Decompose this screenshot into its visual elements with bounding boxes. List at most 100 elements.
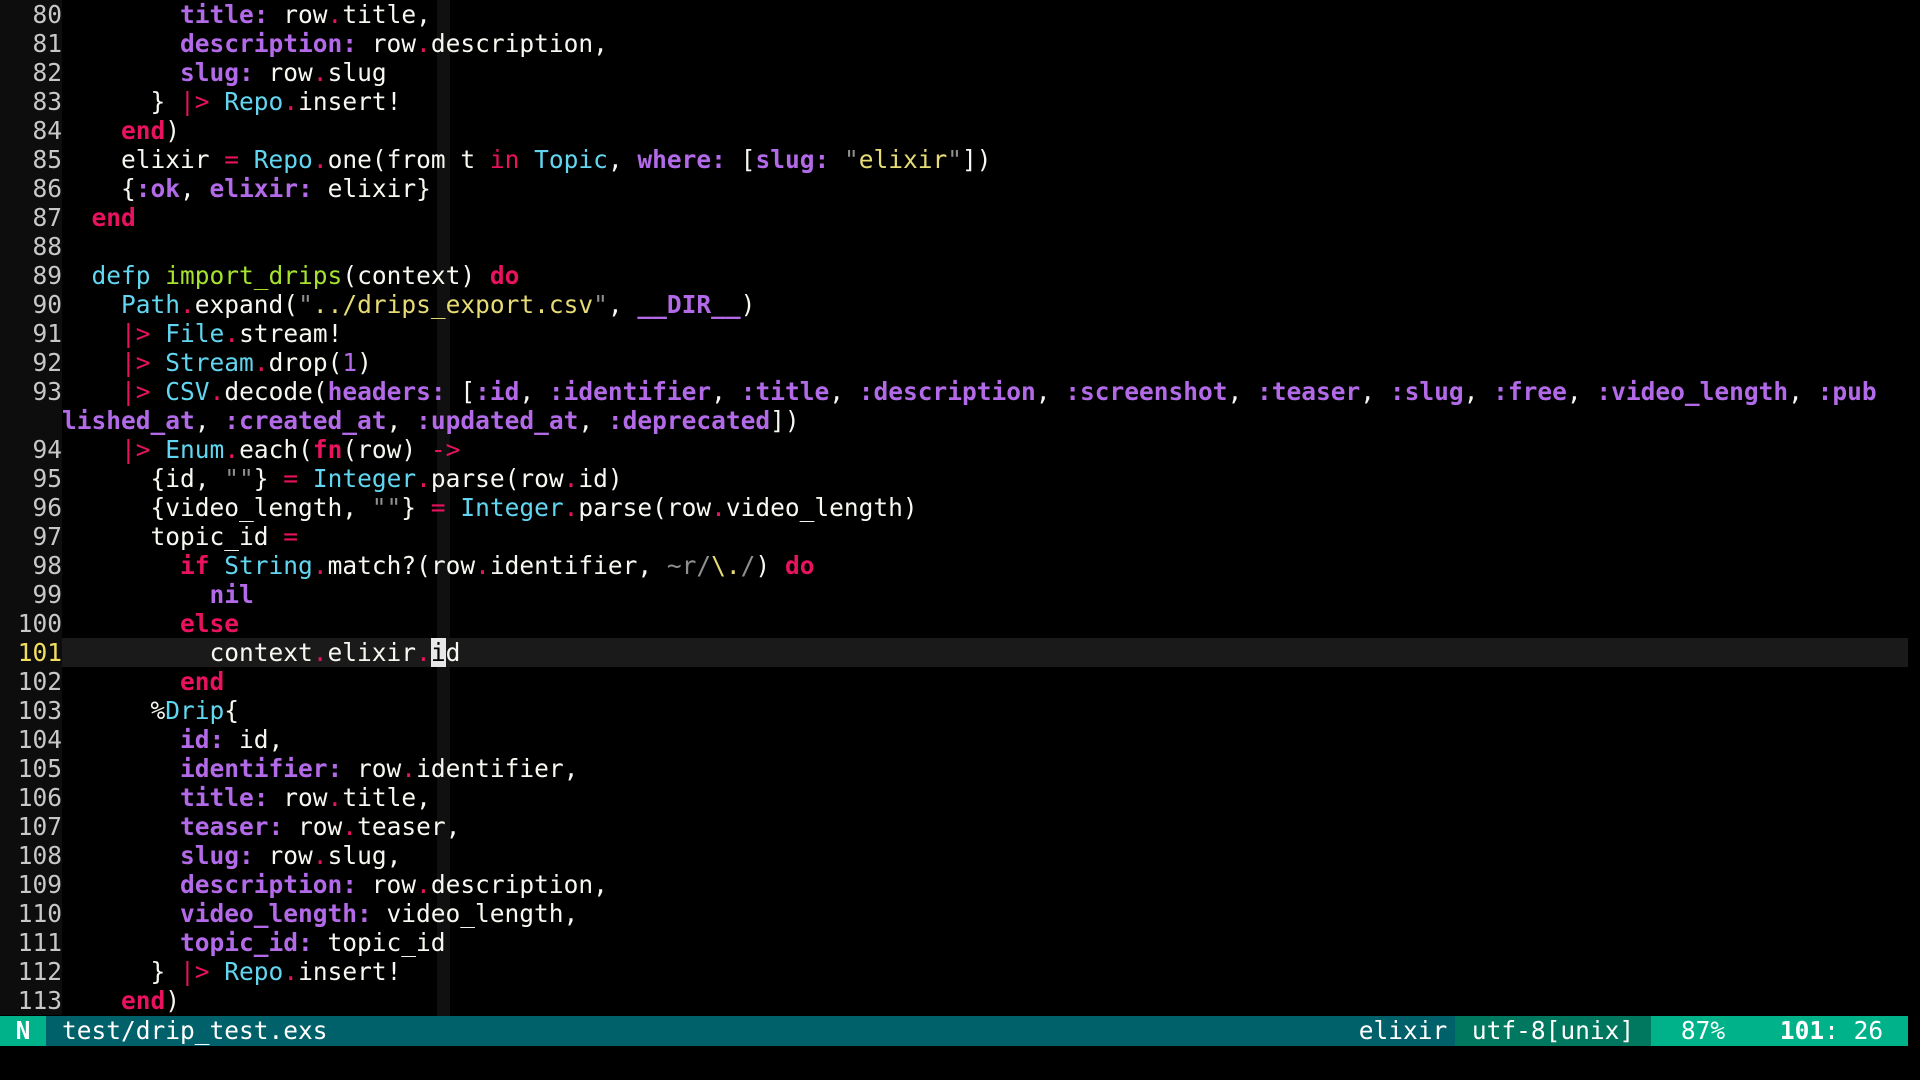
code-buffer[interactable]: 80 title: row.title, 81 description: row.… xyxy=(0,0,1920,1015)
code-line[interactable]: 113 end) xyxy=(0,986,1920,1015)
code-line[interactable]: 86 {:ok, elixir: elixir} xyxy=(0,174,1920,203)
code-text[interactable]: identifier: row.identifier, xyxy=(62,754,1906,783)
code-text[interactable]: elixir = Repo.one(from t in Topic, where… xyxy=(62,145,1906,174)
code-text[interactable]: slug: row.slug xyxy=(62,58,1906,87)
code-token: teaser: xyxy=(180,812,284,841)
code-text[interactable]: description: row.description, xyxy=(62,870,1906,899)
current-code-line[interactable]: 101 context.elixir.id xyxy=(0,638,1920,667)
line-number: 96 xyxy=(0,493,62,522)
code-line[interactable]: 83 } |> Repo.insert! xyxy=(0,87,1920,116)
code-text[interactable]: Path.expand("../drips_export.csv", __DIR… xyxy=(62,290,1906,319)
line-number-label: 81 xyxy=(32,29,62,58)
code-line[interactable]: 106 title: row.title, xyxy=(0,783,1920,812)
code-token: . xyxy=(327,783,343,812)
code-token: , xyxy=(1227,377,1258,406)
code-line[interactable]: 88 xyxy=(0,232,1920,261)
code-text[interactable]: } |> Repo.insert! xyxy=(62,87,1906,116)
code-text[interactable]: title: row.title, xyxy=(62,783,1906,812)
code-line[interactable]: 81 description: row.description, xyxy=(0,29,1920,58)
code-token: . xyxy=(416,870,431,899)
code-line[interactable]: 102 end xyxy=(0,667,1920,696)
vim-editor[interactable]: 80 title: row.title, 81 description: row.… xyxy=(0,0,1920,1080)
code-line[interactable]: 98 if String.match?(row.identifier, ~r/\… xyxy=(0,551,1920,580)
code-text[interactable]: teaser: row.teaser, xyxy=(62,812,1906,841)
line-number-label: 103 xyxy=(17,696,62,725)
code-token: . xyxy=(475,551,490,580)
code-line[interactable]: 99 nil xyxy=(0,580,1920,609)
line-number: 93 xyxy=(0,377,62,406)
code-text[interactable]: id: id, xyxy=(62,725,1906,754)
code-text[interactable]: nil xyxy=(62,580,1906,609)
code-text[interactable]: {:ok, elixir: elixir} xyxy=(62,174,1906,203)
code-text[interactable]: |> Enum.each(fn(row) -> xyxy=(62,435,1906,464)
command-line[interactable] xyxy=(0,1046,1920,1080)
code-text[interactable]: end) xyxy=(62,986,1906,1015)
code-text[interactable]: description: row.description, xyxy=(62,29,1906,58)
code-line[interactable]: 95 {id, ""} = Integer.parse(row.id) xyxy=(0,464,1920,493)
code-text[interactable]: context.elixir.id xyxy=(62,638,1906,667)
code-text[interactable]: defp import_drips(context) do xyxy=(62,261,1906,290)
code-text[interactable]: topic_id: topic_id xyxy=(62,928,1906,957)
code-line[interactable]: 80 title: row.title, xyxy=(0,0,1920,29)
code-text[interactable]: if String.match?(row.identifier, ~r/\./)… xyxy=(62,551,1906,580)
code-line[interactable]: 96 {video_length, ""} = Integer.parse(ro… xyxy=(0,493,1920,522)
code-line[interactable]: 108 slug: row.slug, xyxy=(0,841,1920,870)
code-line[interactable]: 82 slug: row.slug xyxy=(0,58,1920,87)
code-line[interactable]: 92 |> Stream.drop(1) xyxy=(0,348,1920,377)
code-line[interactable]: 97 topic_id = xyxy=(0,522,1920,551)
code-line[interactable]: 87 end xyxy=(0,203,1920,232)
code-token: , xyxy=(1463,377,1494,406)
line-number-label: 101 xyxy=(17,638,62,667)
code-text[interactable]: topic_id = xyxy=(62,522,1906,551)
code-text[interactable]: end xyxy=(62,667,1906,696)
code-line[interactable]: 90 Path.expand("../drips_export.csv", __… xyxy=(0,290,1920,319)
code-text[interactable]: video_length: video_length, xyxy=(62,899,1906,928)
code-text[interactable]: end xyxy=(62,203,1906,232)
code-text[interactable]: {id, ""} = Integer.parse(row.id) xyxy=(62,464,1906,493)
code-line[interactable]: 103 %Drip{ xyxy=(0,696,1920,725)
code-text[interactable]: %Drip{ xyxy=(62,696,1906,725)
code-line[interactable]: 112 } |> Repo.insert! xyxy=(0,957,1920,986)
code-text[interactable]: |> Stream.drop(1) xyxy=(62,348,1906,377)
code-line[interactable]: 105 identifier: row.identifier, xyxy=(0,754,1920,783)
code-line[interactable]: 85 elixir = Repo.one(from t in Topic, wh… xyxy=(0,145,1920,174)
code-line[interactable]: 93 |> CSV.decode(headers: [:id, :identif… xyxy=(0,377,1920,406)
code-line[interactable]: 94 |> Enum.each(fn(row) -> xyxy=(0,435,1920,464)
code-text[interactable]: } |> Repo.insert! xyxy=(62,957,1906,986)
code-line[interactable]: 84 end) xyxy=(0,116,1920,145)
line-number-label: 85 xyxy=(32,145,62,174)
code-text[interactable]: {video_length, ""} = Integer.parse(row.v… xyxy=(62,493,1906,522)
code-line[interactable]: 100 else xyxy=(0,609,1920,638)
code-line[interactable]: 110 video_length: video_length, xyxy=(0,899,1920,928)
code-token: = xyxy=(283,522,299,551)
code-token: import_drips xyxy=(165,261,343,290)
code-line[interactable]: 109 description: row.description, xyxy=(0,870,1920,899)
code-text[interactable]: |> File.stream! xyxy=(62,319,1906,348)
code-token: d xyxy=(445,638,461,667)
code-token: , xyxy=(607,290,638,319)
code-line[interactable]: 91 |> File.stream! xyxy=(0,319,1920,348)
code-text[interactable]: |> CSV.decode(headers: [:id, :identifier… xyxy=(62,377,1906,406)
code-text[interactable]: else xyxy=(62,609,1906,638)
code-token: ) xyxy=(357,348,372,377)
code-text[interactable]: lished_at, :created_at, :updated_at, :de… xyxy=(62,406,1906,435)
code-token: ../drips_export.csv xyxy=(312,290,594,319)
code-text[interactable]: slug: row.slug, xyxy=(62,841,1906,870)
code-text[interactable]: title: row.title, xyxy=(62,0,1906,29)
code-line[interactable]: 89 defp import_drips(context) do xyxy=(0,261,1920,290)
code-token: ) xyxy=(740,290,756,319)
code-line[interactable]: 107 teaser: row.teaser, xyxy=(0,812,1920,841)
code-text[interactable]: end) xyxy=(62,116,1906,145)
code-line[interactable]: 104 id: id, xyxy=(0,725,1920,754)
code-line[interactable]: 111 topic_id: topic_id xyxy=(0,928,1920,957)
line-number: 98 xyxy=(0,551,62,580)
code-token: } xyxy=(62,87,181,116)
code-token: "" xyxy=(224,464,254,493)
code-line[interactable]: lished_at, :created_at, :updated_at, :de… xyxy=(0,406,1920,435)
